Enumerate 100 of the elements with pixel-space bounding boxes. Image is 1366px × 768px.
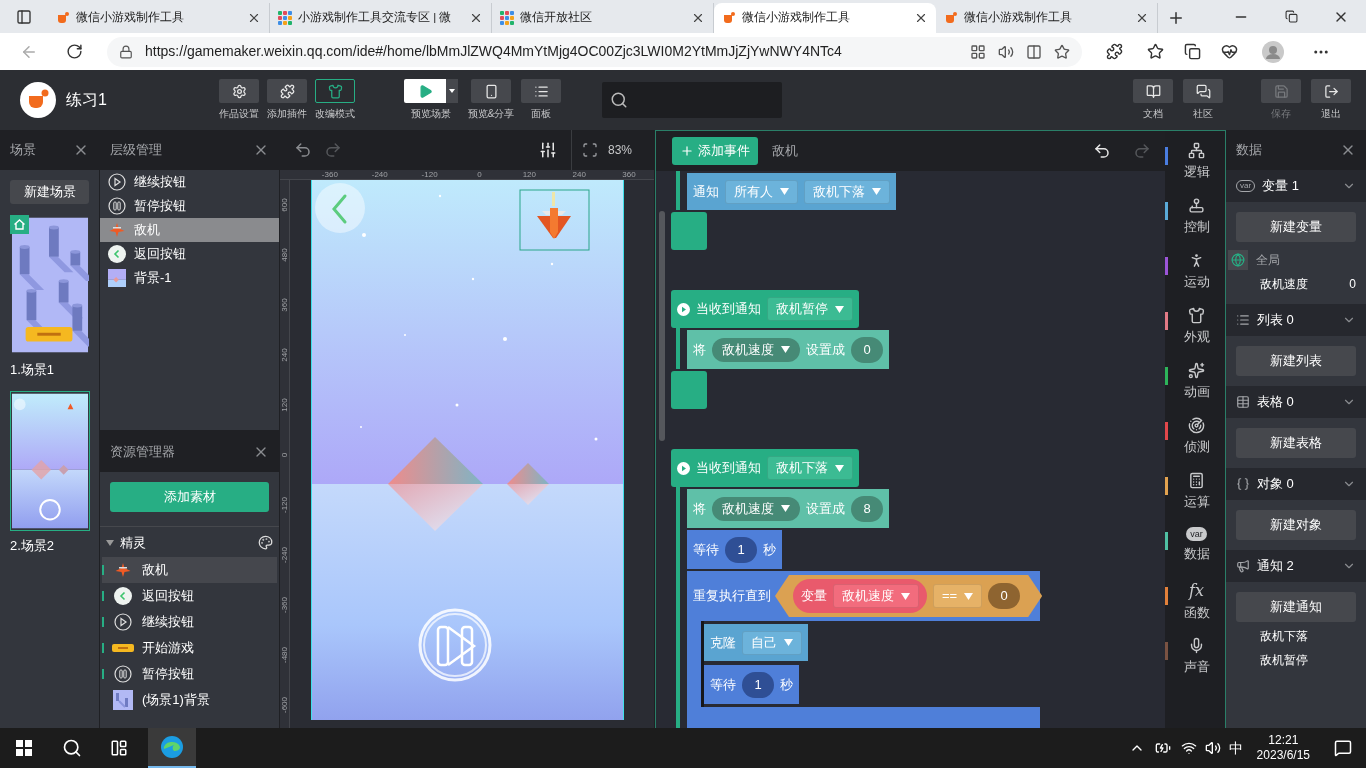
- heart-pulse-icon[interactable]: [1221, 43, 1238, 60]
- volume-icon[interactable]: [1204, 740, 1221, 756]
- tab-actions-icon[interactable]: [16, 8, 32, 25]
- windows-icon[interactable]: [16, 740, 32, 756]
- scene-thumbnail[interactable]: [10, 390, 90, 531]
- set-block[interactable]: 将 敌机速度 设置成 0: [687, 330, 889, 369]
- browser-tab[interactable]: 微信小游戏制作工具: [714, 3, 936, 33]
- tab-title: 微信小游戏制作工具: [964, 10, 1073, 26]
- category-item[interactable]: 声音: [1165, 632, 1225, 687]
- layer-item[interactable]: 继续按钮: [100, 170, 279, 194]
- wait-block[interactable]: 等待 1 秒: [704, 665, 799, 704]
- plugin-button[interactable]: [267, 79, 307, 103]
- list-button[interactable]: [521, 79, 561, 103]
- url-text: https://gamemaker.weixin.qq.com/ide#/home/lbMmJlZWQ4MmYtMjg4OC00Zjc3LWI0M2YtMmJjZjYwNWY4NTc4: [145, 42, 843, 61]
- app-grid-icon[interactable]: [970, 43, 986, 60]
- asset-item[interactable]: (场景1)背景: [102, 687, 277, 713]
- avatar-icon[interactable]: [1262, 40, 1284, 63]
- asset-item[interactable]: 返回按钮: [102, 583, 277, 609]
- repeat-block[interactable]: 重复执行直到 变量 敌机速度 == 0 克隆 自己 等待 1 秒: [687, 571, 1040, 728]
- close-icon[interactable]: [247, 11, 261, 25]
- wait-block[interactable]: 等待 1 秒: [687, 530, 782, 569]
- notifications-icon[interactable]: [1334, 739, 1352, 757]
- new-item-button[interactable]: 新建列表: [1236, 346, 1356, 376]
- input-method[interactable]: 中: [1228, 737, 1243, 759]
- new-item-button[interactable]: 新建变量: [1236, 212, 1356, 242]
- phone-button[interactable]: [471, 79, 511, 103]
- caret-icon: [784, 639, 793, 646]
- sliders-icon[interactable]: [538, 141, 557, 159]
- grid-favicon-icon: [278, 11, 292, 25]
- condition-block[interactable]: 变量 敌机速度 == 0: [775, 575, 1043, 617]
- book-button[interactable]: [1133, 79, 1173, 103]
- category-item[interactable]: 动画: [1165, 357, 1225, 412]
- expand-caret-icon[interactable]: [106, 538, 114, 547]
- close-icon[interactable]: [469, 11, 483, 25]
- value-field[interactable]: 0: [988, 583, 1021, 609]
- search-field[interactable]: [602, 82, 782, 118]
- dropdown[interactable]: 敌机速度: [712, 337, 800, 362]
- restore-icon[interactable]: [1284, 10, 1298, 23]
- value-field[interactable]: 8: [851, 495, 883, 522]
- category-item[interactable]: fx 函数: [1165, 577, 1225, 632]
- script-spine: [676, 171, 680, 210]
- palette-icon[interactable]: [258, 535, 273, 550]
- exit-button[interactable]: [1311, 79, 1351, 103]
- extensions-icon[interactable]: [1106, 43, 1123, 60]
- preview-dropdown[interactable]: [446, 79, 458, 103]
- split-view-icon[interactable]: [1026, 43, 1042, 60]
- new-item-button[interactable]: 新建通知: [1236, 592, 1356, 622]
- block-label: 通知: [693, 182, 719, 201]
- shirt-button[interactable]: [315, 79, 355, 103]
- task-view-icon[interactable]: [110, 739, 128, 757]
- settings-button[interactable]: [219, 79, 259, 103]
- category-item[interactable]: var 数据: [1165, 522, 1225, 577]
- category-item[interactable]: 外观: [1165, 302, 1225, 357]
- close-icon[interactable]: [691, 11, 705, 25]
- search-icon[interactable]: [62, 738, 82, 758]
- battery-icon[interactable]: [1154, 740, 1171, 756]
- undo-icon[interactable]: [1093, 142, 1111, 160]
- clock[interactable]: 12:21 2023/6/15: [1256, 733, 1310, 763]
- caret-icon: [835, 464, 844, 472]
- favorite-icon[interactable]: [1054, 43, 1070, 60]
- address-bar[interactable]: https://gamemaker.weixin.qq.com/ide#/home/lbMmJlZWQ4MmYtMjg4OC00Zjc3LWI0M2YtMmJjZjYwNWY4NTc4: [107, 36, 1082, 67]
- collections-icon[interactable]: [1184, 43, 1201, 60]
- scene-thumbnail[interactable]: [10, 215, 90, 355]
- new-tab-icon[interactable]: [1167, 9, 1185, 27]
- speaker-icon[interactable]: [998, 43, 1014, 60]
- value-field[interactable]: 1: [725, 536, 757, 563]
- category-item[interactable]: 侦测: [1165, 412, 1225, 467]
- favorites-icon[interactable]: [1147, 43, 1164, 60]
- chat-button[interactable]: [1183, 79, 1223, 103]
- asset-item[interactable]: 敌机: [102, 557, 277, 583]
- refresh-icon[interactable]: [66, 43, 83, 60]
- layer-item[interactable]: 返回按钮: [100, 242, 279, 266]
- block-label: 设置成: [806, 340, 845, 359]
- category-item[interactable]: 逻辑: [1165, 137, 1225, 192]
- set-block[interactable]: 将 敌机速度 设置成 8: [687, 489, 889, 528]
- asset-item[interactable]: 继续按钮: [102, 609, 277, 635]
- asset-item[interactable]: 暂停按钮: [102, 661, 277, 687]
- new-scene-button[interactable]: 新建场景: [10, 180, 89, 204]
- tab-title: 小游戏制作工具交流专区 | 微: [298, 10, 453, 26]
- layer-item[interactable]: 暂停按钮: [100, 194, 279, 218]
- wifi-icon[interactable]: [1180, 740, 1197, 756]
- close-icon[interactable]: [914, 11, 928, 25]
- logo-icon: [20, 82, 56, 118]
- category-item[interactable]: 控制: [1165, 192, 1225, 247]
- category-item[interactable]: 运算: [1165, 467, 1225, 522]
- value-field[interactable]: 1: [742, 671, 774, 698]
- play-circle-icon: [114, 613, 132, 631]
- value-field[interactable]: 0: [851, 336, 883, 363]
- category-item[interactable]: 运动: [1165, 247, 1225, 302]
- tool-label: 面板: [531, 107, 551, 121]
- scene-label: 2.场景2: [10, 536, 56, 555]
- block-label: 等待: [693, 540, 719, 559]
- new-item-button[interactable]: 新建对象: [1236, 510, 1356, 540]
- new-item-button[interactable]: 新建表格: [1236, 428, 1356, 458]
- asset-item[interactable]: 开始游戏: [102, 635, 277, 661]
- layer-item[interactable]: 背景-1: [100, 266, 279, 290]
- close-icon[interactable]: [1135, 11, 1149, 25]
- dropdown[interactable]: 敌机速度: [712, 496, 800, 521]
- taskbar-app[interactable]: [148, 728, 196, 768]
- fit-screen-icon[interactable]: [581, 142, 598, 158]
